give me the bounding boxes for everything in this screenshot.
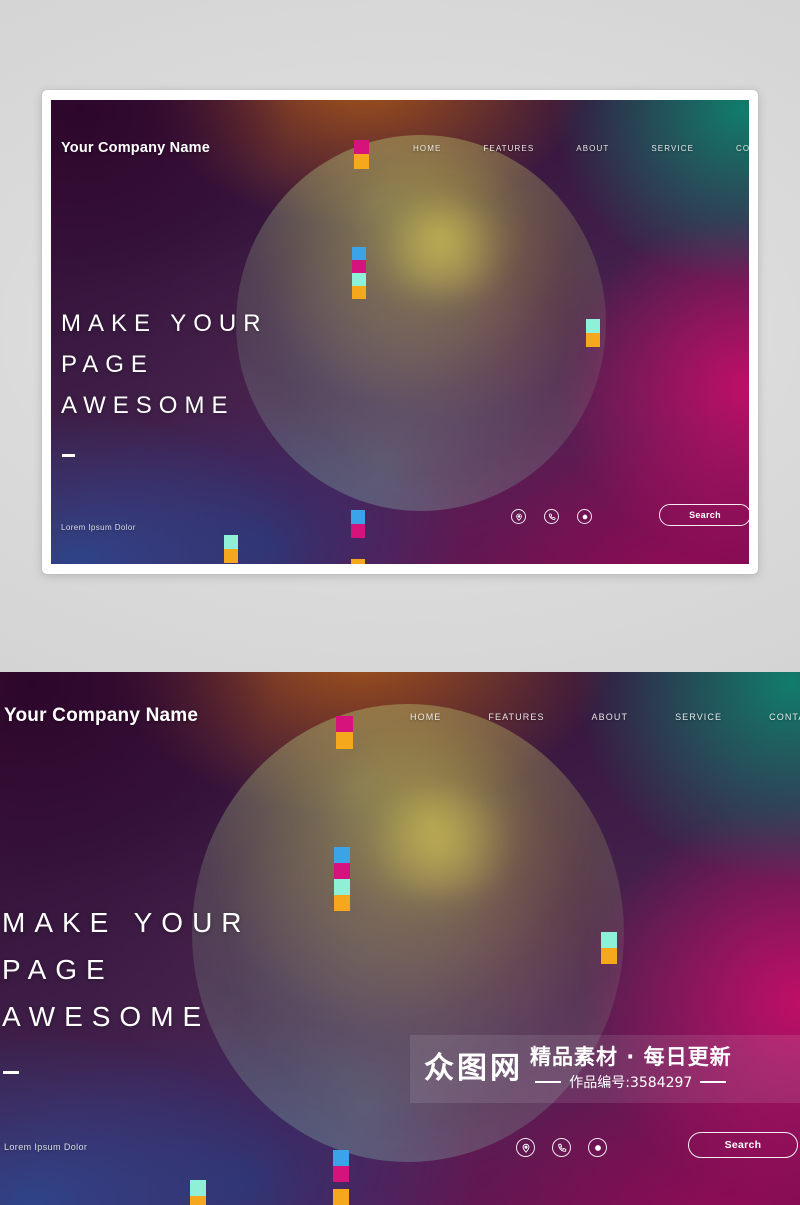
chip-orange-upper	[352, 286, 366, 299]
location-pin-icon[interactable]	[511, 509, 526, 524]
nav-item-service-large[interactable]: SERVICE	[675, 712, 722, 722]
nav-item-about[interactable]: ABOUT	[576, 144, 609, 153]
chip-orange-bottom-left-large	[190, 1196, 206, 1205]
nav-item-home-large[interactable]: HOME	[410, 712, 441, 722]
chip-magenta-top-large	[336, 716, 353, 732]
chip-magenta-bottom-large	[333, 1166, 349, 1182]
hero-preview-large: Your Company Name HOME FEATURES ABOUT SE…	[0, 672, 800, 1205]
chip-orange-bottom-center-large	[333, 1189, 349, 1205]
preview-card-inner: Your Company Name HOME FEATURES ABOUT SE…	[51, 100, 749, 564]
headline-line-1-large: MAKE YOUR	[2, 907, 251, 938]
hero-tagline-large: Lorem Ipsum Dolor	[4, 1142, 88, 1152]
chip-mint-bottom-left	[224, 535, 238, 549]
location-pin-icon-large[interactable]	[516, 1138, 535, 1157]
chip-orange-right	[586, 333, 600, 347]
main-navigation-large: HOME FEATURES ABOUT SERVICE CONTACT US	[410, 712, 800, 722]
chip-orange-top-large	[336, 732, 353, 749]
social-icon-group-large	[516, 1138, 607, 1157]
chip-magenta-upper-large	[334, 863, 350, 879]
chip-orange-bottom-center	[351, 559, 365, 564]
headline-line-2: PAGE	[61, 351, 154, 378]
brand-logo-text: Your Company Name	[61, 140, 210, 156]
main-navigation: HOME FEATURES ABOUT SERVICE CONTACT US	[413, 144, 749, 153]
chip-mint-upper-large	[334, 879, 350, 895]
hero-headline-large: MAKE YOUR PAGE AWESOME	[2, 899, 251, 1040]
nav-item-contact-us-large[interactable]: CONTACT US	[769, 712, 800, 722]
chip-magenta-top	[354, 140, 369, 154]
chip-mint-right-large	[601, 932, 617, 948]
chip-mint-upper	[352, 273, 366, 286]
phone-icon-large[interactable]	[552, 1138, 571, 1157]
chip-orange-right-large	[601, 948, 617, 964]
headline-line-1: MAKE YOUR	[61, 310, 268, 337]
screenshot-root: Your Company Name HOME FEATURES ABOUT SE…	[0, 0, 800, 1205]
sphere-highlight-glow-large	[352, 789, 528, 896]
headline-line-3-large: AWESOME	[2, 1001, 211, 1032]
sphere-highlight-glow	[365, 202, 519, 295]
search-button-label-large: Search	[724, 1139, 762, 1151]
chip-orange-upper-large	[334, 895, 350, 911]
decorative-sphere	[235, 134, 606, 511]
decorative-sphere-large	[192, 703, 624, 1163]
social-icon-group	[511, 509, 592, 524]
chip-magenta-upper	[352, 260, 366, 273]
nav-item-home[interactable]: HOME	[413, 144, 441, 153]
nav-item-about-large[interactable]: ABOUT	[592, 712, 629, 722]
brand-logo-text-large: Your Company Name	[4, 705, 199, 726]
hero-tagline: Lorem Ipsum Dolor	[61, 523, 136, 532]
chip-mint-bottom-left-large	[190, 1180, 206, 1196]
chip-mint-right	[586, 319, 600, 333]
headline-underline-dash	[62, 454, 75, 457]
headline-line-3: AWESOME	[61, 392, 235, 419]
chip-blue-bottom-large	[333, 1150, 349, 1166]
nav-item-service[interactable]: SERVICE	[651, 144, 694, 153]
hero-preview-small: Your Company Name HOME FEATURES ABOUT SE…	[51, 100, 749, 564]
phone-icon[interactable]	[544, 509, 559, 524]
headline-line-2-large: PAGE	[2, 954, 114, 985]
preview-card-frame: Your Company Name HOME FEATURES ABOUT SE…	[42, 90, 758, 574]
nav-item-features-large[interactable]: FEATURES	[488, 712, 544, 722]
hero-headline: MAKE YOUR PAGE AWESOME	[61, 303, 268, 426]
hero-large-inner: Your Company Name HOME FEATURES ABOUT SE…	[0, 672, 800, 1205]
nav-item-features[interactable]: FEATURES	[483, 144, 534, 153]
chip-orange-top	[354, 154, 369, 169]
headline-underline-dash-large	[3, 1071, 19, 1074]
nav-item-contact-us[interactable]: CONTACT US	[736, 144, 749, 153]
chip-blue-upper	[352, 247, 366, 260]
search-button-large[interactable]: Search	[688, 1132, 798, 1158]
chip-magenta-bottom	[351, 524, 365, 538]
search-button-label: Search	[689, 510, 721, 520]
chip-orange-bottom-left	[224, 549, 238, 563]
search-button[interactable]: Search	[659, 504, 749, 526]
chip-blue-upper-large	[334, 847, 350, 863]
record-circle-icon[interactable]	[577, 509, 592, 524]
record-circle-icon-large[interactable]	[588, 1138, 607, 1157]
chip-blue-bottom	[351, 510, 365, 524]
